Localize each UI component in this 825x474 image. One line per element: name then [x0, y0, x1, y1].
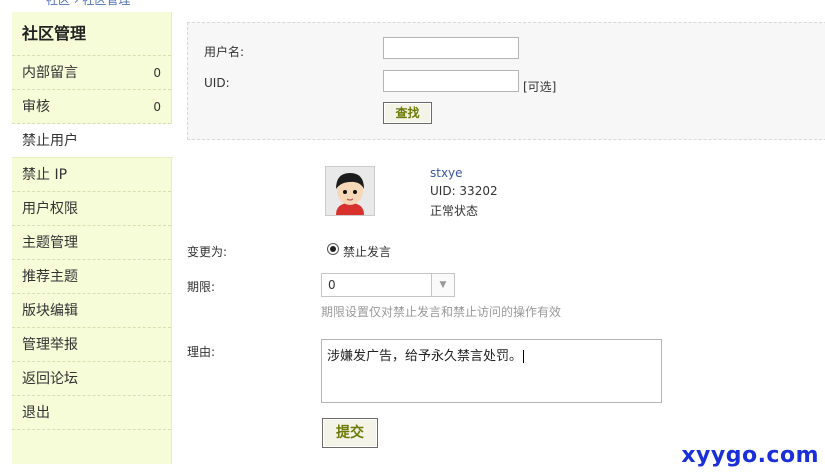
sidebar-item-user-permissions[interactable]: 用户权限	[12, 192, 171, 226]
sidebar: 社区管理 内部留言 0 审核 0 禁止用户 禁止 IP 用户权限 主题管理 推荐…	[12, 12, 173, 464]
chevron-down-icon[interactable]: ▼	[431, 274, 454, 296]
reason-label: 理由:	[187, 345, 216, 359]
uid-label: UID:	[204, 76, 230, 90]
breadcrumb[interactable]: 社区 › 社区管理	[46, 0, 130, 8]
sidebar-item-label: 返回论坛	[22, 371, 78, 387]
uid-input[interactable]	[383, 70, 519, 92]
sidebar-item-label: 退出	[22, 405, 50, 421]
sidebar-item-count: 0	[153, 100, 161, 114]
sidebar-item-manage-reports[interactable]: 管理举报	[12, 328, 171, 362]
sidebar-item-ban-user[interactable]: 禁止用户	[12, 124, 173, 158]
sidebar-item-label: 推荐主题	[22, 269, 78, 285]
reason-textarea[interactable]: 涉嫌发广告，给予永久禁言处罚。	[321, 339, 662, 403]
period-select[interactable]: 0 ▼	[321, 273, 455, 297]
period-hint: 期限设置仅对禁止发言和禁止访问的操作有效	[321, 305, 562, 319]
uid-optional-note: [可选]	[523, 80, 557, 94]
sidebar-item-ban-ip[interactable]: 禁止 IP	[12, 158, 171, 192]
sidebar-item-thread-management[interactable]: 主题管理	[12, 226, 171, 260]
sidebar-item-logout[interactable]: 退出	[12, 396, 171, 430]
change-to-label: 变更为:	[187, 245, 228, 259]
sidebar-item-label: 版块编辑	[22, 303, 78, 319]
sidebar-item-label: 审核	[22, 99, 50, 115]
submit-button[interactable]: 提交	[322, 418, 378, 448]
username-label: 用户名:	[204, 45, 245, 59]
sidebar-item-label: 管理举报	[22, 337, 78, 353]
sidebar-item-label: 用户权限	[22, 201, 78, 217]
username-input[interactable]	[383, 37, 519, 59]
avatar	[325, 166, 375, 216]
period-value: 0	[328, 278, 336, 292]
sidebar-item-label: 禁止 IP	[22, 167, 68, 183]
uid-text: UID: 33202	[430, 184, 498, 198]
sidebar-item-moderation[interactable]: 审核 0	[12, 90, 171, 124]
username-text[interactable]: stxye	[430, 166, 463, 180]
text-cursor	[523, 350, 525, 363]
sidebar-item-back-to-forum[interactable]: 返回论坛	[12, 362, 171, 396]
sidebar-item-label: 内部留言	[22, 65, 78, 81]
search-button[interactable]: 查找	[383, 102, 432, 124]
sidebar-item-recommended-threads[interactable]: 推荐主题	[12, 260, 171, 294]
user-status: 正常状态	[430, 204, 479, 218]
sidebar-item-count: 0	[153, 66, 161, 80]
watermark: xyygo.com	[681, 443, 819, 468]
sidebar-item-internal-messages[interactable]: 内部留言 0	[12, 56, 171, 90]
sidebar-item-forum-editing[interactable]: 版块编辑	[12, 294, 171, 328]
sidebar-item-label: 主题管理	[22, 235, 78, 251]
sidebar-item-label: 禁止用户	[22, 133, 78, 149]
ban-post-label[interactable]: 禁止发言	[343, 243, 391, 260]
period-label: 期限:	[187, 280, 216, 294]
ban-post-radio[interactable]	[327, 243, 339, 255]
sidebar-title: 社区管理	[12, 12, 171, 56]
reason-text: 涉嫌发广告，给予永久禁言处罚。	[327, 349, 523, 364]
